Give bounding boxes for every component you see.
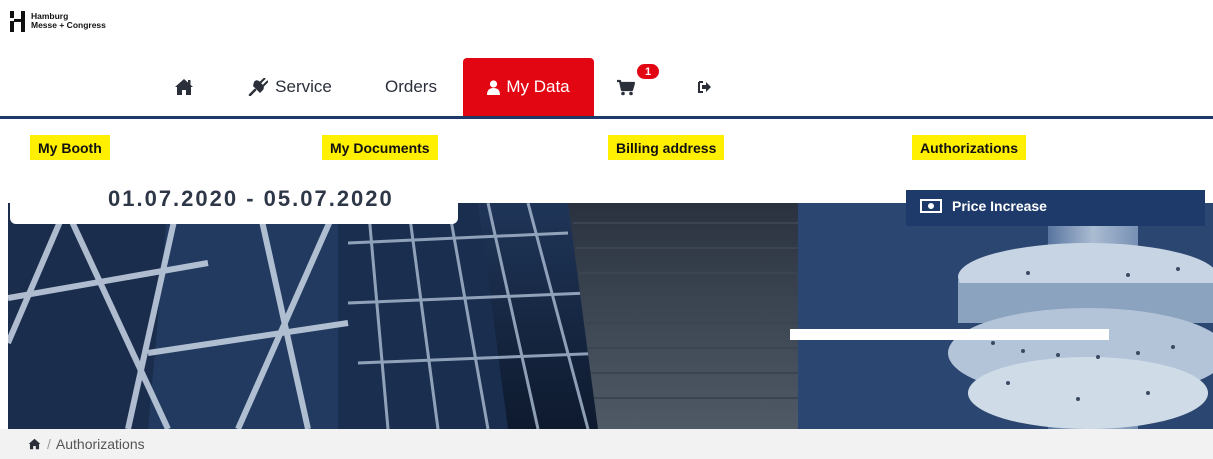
nav-orders[interactable]: Orders	[376, 58, 446, 116]
cart-badge: 1	[637, 64, 659, 79]
logo-line-2: Messe + Congress	[31, 20, 106, 30]
breadcrumb-separator: /	[47, 436, 51, 452]
nav-my-data[interactable]: My Data	[463, 58, 594, 116]
price-increase-box[interactable]: Price Increase	[906, 190, 1205, 226]
logo-text: Hamburg Messe + Congress	[31, 11, 106, 30]
event-date-card: 01.07.2020 - 05.07.2020	[10, 190, 458, 224]
plug-icon	[248, 78, 269, 96]
nav-home[interactable]	[170, 58, 198, 116]
hero-background-image	[8, 203, 1213, 429]
breadcrumb-current: Authorizations	[55, 436, 145, 452]
breadcrumb-home-icon[interactable]	[28, 438, 41, 450]
subnav-authorizations[interactable]: Authorizations	[912, 135, 1026, 160]
user-icon	[487, 79, 501, 95]
breadcrumb: / Authorizations	[0, 429, 1213, 459]
nav-orders-label: Orders	[385, 77, 437, 96]
subnav-my-documents[interactable]: My Documents	[322, 135, 438, 160]
price-increase-label: Price Increase	[952, 198, 1047, 214]
nav-divider	[0, 116, 1213, 119]
nav-logout[interactable]	[690, 58, 720, 116]
logo-mark-icon	[10, 11, 26, 33]
main-nav: Service Orders My Data	[0, 58, 1213, 116]
hero-white-bar	[790, 329, 1109, 340]
nav-service[interactable]: Service	[240, 58, 340, 116]
cart-icon	[617, 79, 636, 95]
logout-icon	[698, 81, 711, 93]
hero-banner	[8, 203, 1213, 429]
event-date-range: 01.07.2020 - 05.07.2020	[108, 190, 394, 211]
nav-cart[interactable]	[611, 58, 641, 116]
home-icon	[175, 79, 193, 95]
subnav-billing-address[interactable]: Billing address	[608, 135, 725, 160]
nav-my-data-label: My Data	[506, 77, 570, 96]
logo[interactable]: Hamburg Messe + Congress	[10, 11, 106, 33]
nav-service-label: Service	[275, 77, 332, 96]
subnav-my-booth[interactable]: My Booth	[30, 135, 110, 160]
money-icon	[920, 199, 942, 213]
